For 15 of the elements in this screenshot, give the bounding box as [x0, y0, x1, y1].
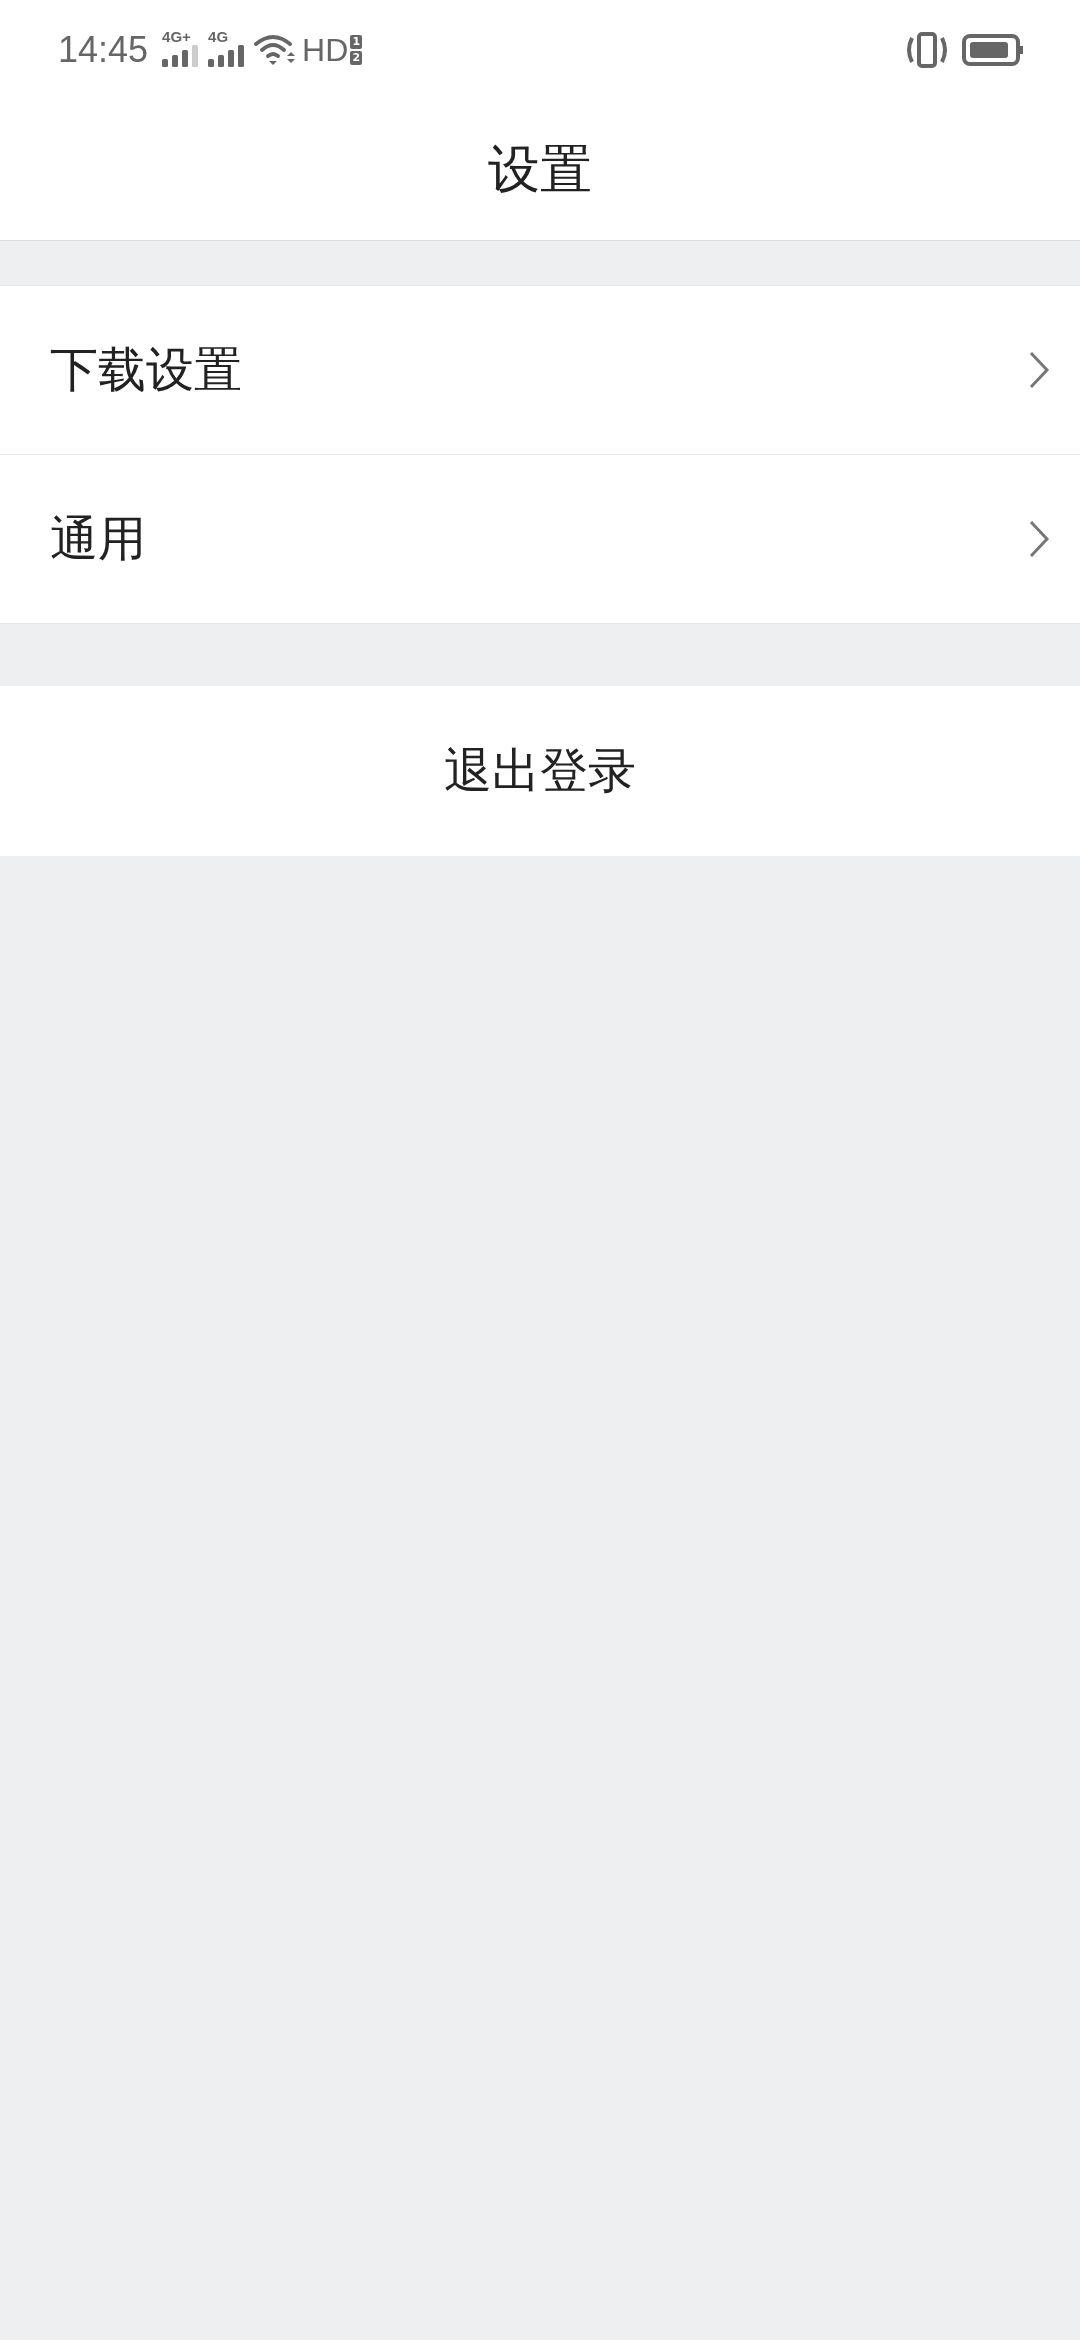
vibrate-icon: [904, 32, 950, 68]
sim-number: 2: [350, 51, 363, 65]
sim-number: 1: [350, 35, 363, 49]
page-title: 设置: [488, 138, 592, 201]
battery-icon: [962, 34, 1024, 66]
status-time: 14:45: [58, 29, 149, 71]
logout-button[interactable]: 退出登录: [0, 686, 1080, 856]
settings-item[interactable]: 通用: [0, 455, 1080, 623]
chevron-icon: [1028, 520, 1050, 558]
network-label: 4G+: [162, 29, 191, 45]
hd-label: HD: [302, 31, 349, 69]
chevron-icon: [1028, 351, 1050, 389]
network-label: 4G: [208, 29, 229, 45]
wifi-icon: [254, 34, 297, 66]
settings-item[interactable]: 下载设置: [0, 286, 1080, 455]
